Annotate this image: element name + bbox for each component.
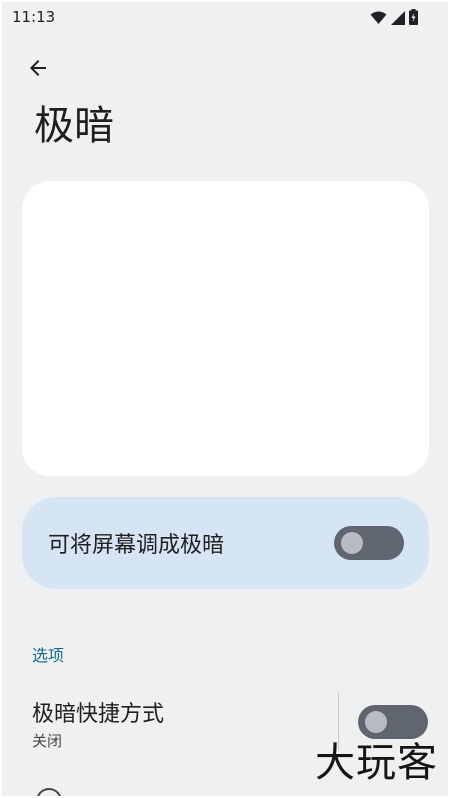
status-icons bbox=[370, 9, 418, 29]
info-icon bbox=[36, 788, 62, 796]
options-section-header: 选项 bbox=[32, 646, 65, 665]
extra-dim-main-toggle-row[interactable]: 可将屏幕调成极暗 bbox=[22, 497, 429, 589]
back-button[interactable] bbox=[20, 52, 56, 88]
wifi-icon bbox=[370, 10, 387, 29]
arrow-back-icon bbox=[26, 56, 50, 84]
page-title: 极暗 bbox=[34, 103, 114, 149]
screen: 11:13 极暗 可将屏幕调成极暗 选项 极暗快捷方式 关闭 大玩客 bbox=[2, 2, 448, 796]
shortcut-title: 极暗快捷方式 bbox=[32, 702, 165, 727]
battery-charging-icon bbox=[409, 9, 418, 29]
extra-dim-switch[interactable] bbox=[334, 526, 404, 560]
preview-illustration-card bbox=[22, 181, 429, 476]
status-time: 11:13 bbox=[12, 8, 56, 26]
cellular-signal-icon bbox=[391, 10, 405, 29]
switch-thumb bbox=[341, 532, 363, 554]
watermark-logo: 大玩客 bbox=[315, 740, 438, 786]
shortcut-summary: 关闭 bbox=[32, 732, 63, 750]
main-toggle-label: 可将屏幕调成极暗 bbox=[48, 533, 225, 558]
status-bar: 11:13 bbox=[2, 2, 448, 34]
